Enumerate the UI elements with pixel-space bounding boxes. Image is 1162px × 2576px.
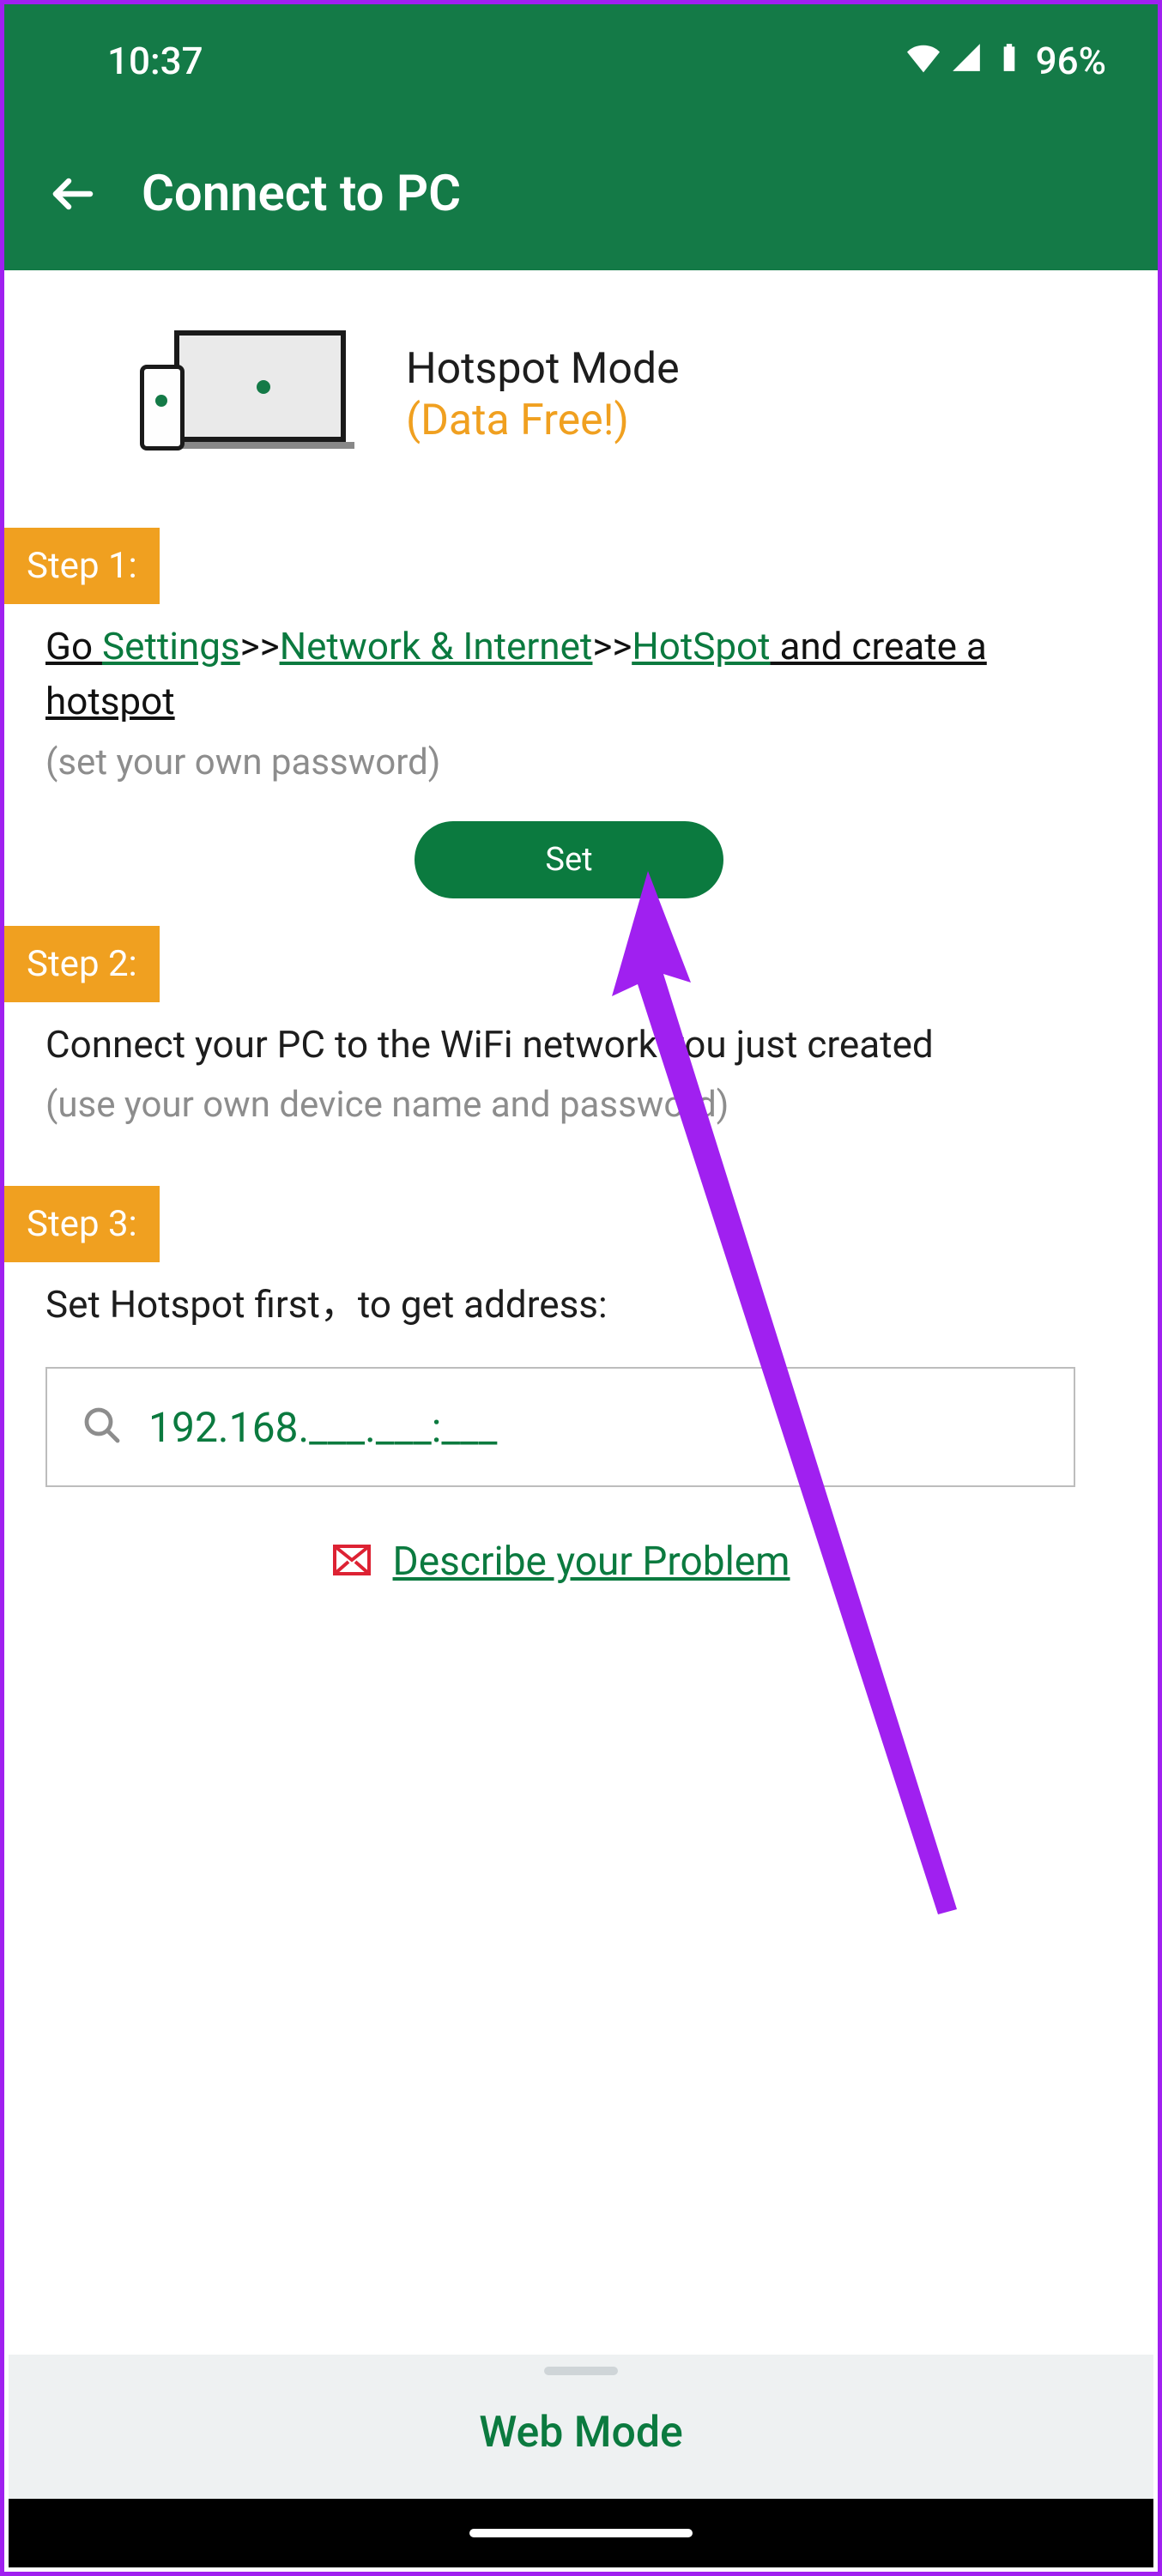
devices-illustration-icon (140, 330, 354, 459)
step-3: Step 3: (4, 1186, 1117, 1262)
separator: >> (240, 620, 280, 674)
ip-address-field[interactable]: 192.168.___.___:___ (45, 1367, 1075, 1487)
status-time: 10:37 (107, 39, 203, 83)
status-bar: 10:37 96% (4, 4, 1158, 118)
ip-placeholder: 192.168.___.___:___ (148, 1403, 497, 1452)
step-2-note: (use your own device name and password) (4, 1084, 1117, 1126)
mode-title: Hotspot Mode (406, 344, 680, 394)
drag-handle-icon[interactable] (544, 2367, 618, 2375)
status-icons: 96% (907, 39, 1106, 83)
settings-link[interactable]: Settings (102, 624, 240, 668)
mail-icon (331, 1539, 372, 1584)
web-mode-label[interactable]: Web Mode (479, 2408, 683, 2458)
describe-problem-row[interactable]: Describe your Problem (4, 1539, 1117, 1585)
step-1-note: (set your own password) (4, 741, 1117, 783)
step-2: Step 2: (4, 926, 1117, 1002)
hotspot-link[interactable]: HotSpot (632, 624, 770, 668)
content: Hotspot Mode (Data Free!) Step 1: Go Set… (4, 270, 1158, 2416)
page-title: Connect to PC (142, 165, 461, 223)
phone-frame: 10:37 96% Connect to PC (0, 0, 1162, 2576)
wifi-icon (907, 39, 940, 83)
step-1-go: Go (45, 624, 102, 668)
nav-pill-icon[interactable] (469, 2529, 693, 2537)
describe-problem-link[interactable]: Describe your Problem (393, 1539, 790, 1585)
step-3-instruction: Set Hotspot first，to get address: (4, 1278, 1117, 1333)
step-1-instruction[interactable]: Go Settings >> Network & Internet >> Hot… (4, 620, 1117, 729)
separator: >> (592, 620, 632, 674)
search-icon (82, 1405, 123, 1449)
network-link[interactable]: Network & Internet (280, 624, 593, 668)
step-2-instruction: Connect your PC to the WiFi network you … (4, 1018, 1117, 1073)
mode-subtitle: (Data Free!) (406, 396, 680, 445)
app-bar: Connect to PC (4, 118, 1158, 270)
system-nav-bar (9, 2499, 1153, 2567)
step-1: Step 1: (4, 528, 1117, 604)
back-arrow-icon[interactable] (47, 168, 99, 220)
cellular-icon (950, 39, 983, 83)
step-2-badge: Step 2: (4, 926, 160, 1002)
bottom-sheet[interactable]: Web Mode (9, 2355, 1153, 2499)
set-button[interactable]: Set (415, 821, 723, 898)
step-1-badge: Step 1: (4, 528, 160, 604)
battery-icon (993, 39, 1026, 83)
hero: Hotspot Mode (Data Free!) (4, 330, 1117, 459)
step-3-badge: Step 3: (4, 1186, 160, 1262)
battery-percent: 96% (1036, 39, 1106, 83)
